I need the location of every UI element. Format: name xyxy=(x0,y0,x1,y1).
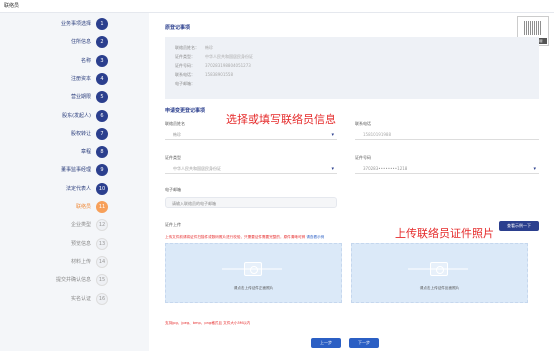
chevron-down-icon: ▾ xyxy=(331,132,334,138)
upload-front-caption: 请点击上传证件正面照片 xyxy=(233,286,274,290)
step-item[interactable]: 股东(发起人) 6 xyxy=(0,109,118,122)
step-label: 法定代表人 xyxy=(65,185,91,192)
upload-back-caption: 请点击上传证件反面照片 xyxy=(419,286,460,290)
step-item[interactable]: 提交并确认信息 15 xyxy=(0,274,118,287)
step-number-badge: 3 xyxy=(96,54,108,67)
step-item[interactable]: 注册资本 4 xyxy=(0,72,118,85)
step-label: 住所信息 xyxy=(70,39,91,46)
step-label: 股权转让 xyxy=(70,130,91,137)
step-item[interactable]: 联络员 11 xyxy=(0,201,118,213)
step-item[interactable]: 住所信息 2 xyxy=(0,36,118,49)
annotation-fill-info: 选择或填写联络员信息 xyxy=(226,113,336,126)
original-row: 联络员姓名： 韩珍 xyxy=(175,45,213,50)
chevron-down-icon: ▾ xyxy=(533,166,536,172)
idtype-label: 证件类型 xyxy=(165,155,181,160)
step-item[interactable]: 章程 8 xyxy=(0,146,118,159)
step-number-badge: 5 xyxy=(96,91,108,104)
email-label: 电子邮箱 xyxy=(165,187,181,192)
phone-label: 联系电话 xyxy=(355,121,371,126)
step-label: 章程 xyxy=(80,149,91,156)
original-row: 证件号码： 370283198804051273 xyxy=(175,63,251,68)
step-item[interactable]: 材料上传 14 xyxy=(0,255,118,268)
step-item[interactable]: 董事监事经理 9 xyxy=(0,164,118,177)
step-item[interactable]: 名称 3 xyxy=(0,54,118,67)
id-card-icon xyxy=(244,262,262,276)
step-item[interactable]: 实名认证 16 xyxy=(0,292,118,305)
step-number-badge: 11 xyxy=(96,201,108,213)
step-label: 联络员 xyxy=(75,204,91,210)
top-bar: 联络员 xyxy=(0,0,554,13)
step-number-badge: 6 xyxy=(96,109,108,122)
original-row: 证件类型： 中华人民共和国居民身份证 xyxy=(175,54,253,59)
phone-input[interactable]: 15810191988 xyxy=(355,129,539,140)
step-number-badge: 10 xyxy=(96,182,108,195)
step-label: 业务事项选择 xyxy=(60,21,91,27)
step-number-badge: 2 xyxy=(96,36,108,49)
step-number-badge: 13 xyxy=(96,237,108,250)
step-number-badge: 9 xyxy=(96,164,108,177)
step-label: 实名认证 xyxy=(70,295,91,302)
step-number-badge: 14 xyxy=(96,255,108,268)
step-item[interactable]: 股权转让 7 xyxy=(0,127,118,140)
step-label: 企业类型 xyxy=(70,222,91,229)
step-number-badge: 1 xyxy=(96,18,108,30)
example-link[interactable]: 请查看示例 xyxy=(306,235,324,239)
step-sidebar: 业务事项选择 1 住所信息 2 名称 3 注册资本 4 营业期限 5 股东(发起人) 6 股权转让 7 章程… xyxy=(0,13,118,351)
original-row: 联系电话： 15838901558 xyxy=(175,72,233,77)
step-label: 提交并确认信息 xyxy=(55,277,91,284)
step-item[interactable]: 预览信息 13 xyxy=(0,237,118,250)
step-label: 董事监事经理 xyxy=(60,167,91,174)
qr-code-icon xyxy=(524,21,542,35)
step-label: 名称 xyxy=(80,57,91,64)
step-item[interactable]: 营业期限 5 xyxy=(0,91,118,104)
idtype-select[interactable]: 中华人民共和国居民身份证 ▾ xyxy=(165,163,337,174)
original-row: 电子邮箱： xyxy=(175,81,195,86)
page-title: 联络员 xyxy=(4,3,20,9)
step-label: 股东(发起人) xyxy=(62,112,91,119)
step-label: 营业期限 xyxy=(70,94,91,101)
change-section-title: 申请变更登记事项 xyxy=(165,108,206,114)
idno-label: 证件号码 xyxy=(355,155,371,160)
main-panel: 原登记事项 扫码联系客服 联络员姓名：韩珍 证件类型：中华人民共和国居民身份证 … xyxy=(149,13,554,351)
step-number-badge: 15 xyxy=(96,274,108,287)
view-example-button[interactable]: 查看示例一下 xyxy=(499,221,539,231)
step-item[interactable]: 法定代表人 10 xyxy=(0,182,118,195)
format-note: 支持jpg、jpeg、bmp、png格式且 文件大小5M以内 xyxy=(165,321,251,325)
upload-title: 证件上传 xyxy=(165,222,181,227)
original-section-title: 原登记事项 xyxy=(165,25,191,31)
upload-hint: 上传文件前请将证件扫描件或数码照片进行校验，只需要证件需要完整的，原件清晰可辨 … xyxy=(165,235,325,239)
chevron-down-icon: ▾ xyxy=(331,166,334,172)
annotation-upload-photo: 上传联络员证件照片 xyxy=(395,227,494,240)
idno-input[interactable]: 370283••••••••1218 ▾ xyxy=(355,163,539,174)
step-label: 材料上传 xyxy=(70,258,91,265)
step-item[interactable]: 企业类型 12 xyxy=(0,219,118,232)
name-select[interactable]: 韩珍 ▾ xyxy=(165,129,337,140)
step-item[interactable]: 业务事项选择 1 xyxy=(0,18,118,30)
step-number-badge: 16 xyxy=(96,292,108,305)
email-field[interactable]: 请输入联络员的电子邮箱 xyxy=(165,197,337,208)
step-number-badge: 12 xyxy=(96,219,108,232)
step-number-badge: 8 xyxy=(96,146,108,159)
step-label: 注册资本 xyxy=(70,75,91,82)
step-number-badge: 4 xyxy=(96,72,108,85)
step-label: 预览信息 xyxy=(70,240,91,247)
id-card-icon xyxy=(430,262,448,276)
step-number-badge: 7 xyxy=(96,127,108,140)
upload-front[interactable]: 请点击上传证件正面照片 xyxy=(165,243,342,303)
prev-button[interactable]: 上一步 xyxy=(311,338,341,348)
next-button[interactable]: 下一步 xyxy=(349,338,379,348)
original-info-box: 联络员姓名： 韩珍 证件类型： 中华人民共和国居民身份证 证件号码： 37028319… xyxy=(165,37,539,99)
name-label: 联络员姓名 xyxy=(165,121,185,126)
upload-back[interactable]: 请点击上传证件反面照片 xyxy=(351,243,528,303)
